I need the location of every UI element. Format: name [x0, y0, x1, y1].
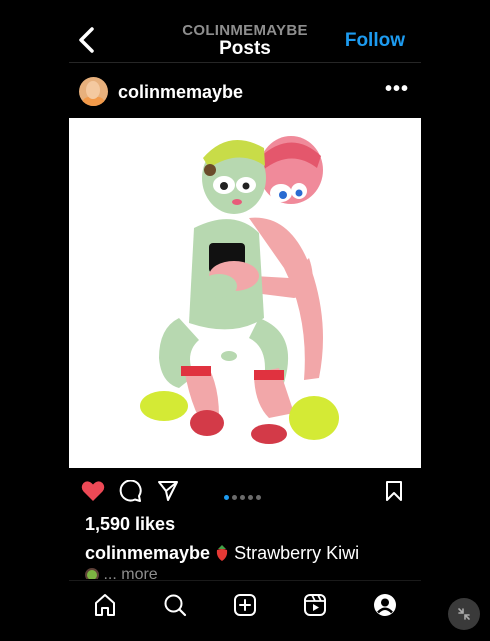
comment-icon[interactable]	[119, 479, 143, 507]
search-icon[interactable]	[163, 593, 187, 617]
strawberry-emoji-icon	[215, 545, 229, 561]
home-icon[interactable]	[93, 593, 117, 617]
collapse-arrows-icon	[448, 608, 480, 634]
create-icon[interactable]	[233, 593, 257, 617]
carousel-indicator	[224, 487, 264, 505]
more-options-icon[interactable]: •••	[385, 78, 409, 101]
post-header: colinmemaybe •••	[69, 72, 421, 112]
kiwi-emoji-icon	[85, 567, 99, 579]
caption-text: Strawberry Kiwi	[234, 543, 360, 563]
caption-continued: ... more	[85, 566, 158, 579]
share-icon[interactable]	[157, 480, 179, 507]
header-divider	[69, 62, 421, 63]
avatar[interactable]	[79, 77, 108, 106]
minimize-button[interactable]	[448, 598, 480, 630]
carousel-dot	[240, 495, 245, 500]
post-username[interactable]: colinmemaybe	[118, 82, 243, 103]
caption-username[interactable]: colinmemaybe	[85, 543, 210, 563]
instagram-post-screen: COLINMEMAYBE Posts Follow colinmemaybe •…	[69, 0, 421, 641]
bookmark-icon[interactable]	[385, 480, 403, 507]
post-image[interactable]	[69, 118, 421, 468]
follow-button[interactable]: Follow	[345, 30, 405, 52]
carousel-dot	[232, 495, 237, 500]
heart-icon[interactable]	[81, 480, 105, 507]
carousel-dot	[248, 495, 253, 500]
post-actions	[69, 476, 421, 506]
top-bar: COLINMEMAYBE Posts Follow	[69, 14, 421, 62]
caption: colinmemaybe Strawberry Kiwi	[85, 543, 359, 564]
profile-icon[interactable]	[373, 593, 397, 617]
caption-more-link[interactable]: ... more	[103, 566, 157, 579]
reels-icon[interactable]	[303, 593, 327, 617]
like-count[interactable]: 1,590 likes	[85, 514, 175, 535]
bottom-tab-bar	[69, 580, 421, 641]
carousel-dot	[224, 495, 229, 500]
carousel-dot	[256, 495, 261, 500]
